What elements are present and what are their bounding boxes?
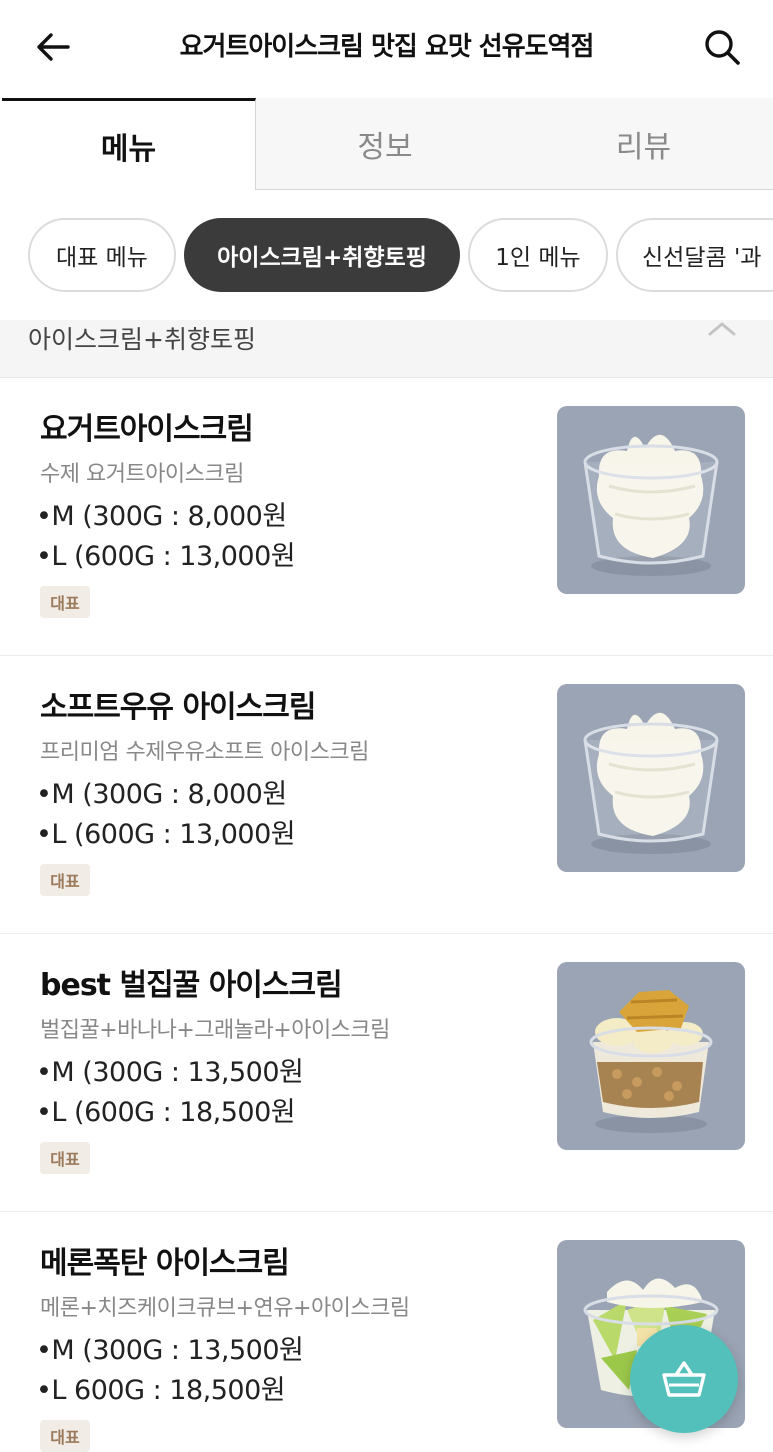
menu-item-description: 벌집꿀+바나나+그래놀라+아이스크림 [40,1018,390,1043]
section-title: 아이스크림+취향토핑 [28,325,256,354]
soft-serve-cup-image [557,684,745,872]
back-button[interactable] [30,24,76,70]
chevron-up-icon [708,322,736,336]
signature-badge: 대표 [40,1142,90,1174]
signature-badge: 대표 [40,864,90,896]
menu-item-price-l: •L (600G : 18,500원 [36,1097,296,1128]
search-icon [705,30,740,65]
menu-item[interactable]: 소프트우유 아이스크림 프리미엄 수제우유소프트 아이스크림 •M (300G … [0,656,773,934]
cart-button[interactable] [630,1325,738,1433]
menu-item-price-l: •L (600G : 13,000원 [36,541,296,572]
section-header[interactable]: 아이스크림+취향토핑 [0,320,773,378]
tab-bar: 메뉴 정보 리뷰 [0,98,773,190]
menu-item-description: 수제 요거트아이스크림 [40,462,244,487]
chip-icecream-topping[interactable]: 아이스크림+취향토핑 [184,218,460,292]
honeycomb-banana-cup-image [557,962,745,1150]
menu-item-description: 프리미엄 수제우유소프트 아이스크림 [40,740,369,765]
menu-item-price-m: •M (300G : 13,500원 [36,1057,304,1088]
basket-icon [662,1361,706,1397]
search-button[interactable] [699,24,745,70]
menu-item-price-l: •L 600G : 18,500원 [36,1375,286,1406]
category-chip-bar: 대표 메뉴 아이스크림+취향토핑 1인 메뉴 신선달콤 '과 [0,190,773,320]
menu-item-price-l: •L (600G : 13,000원 [36,819,296,850]
menu-item[interactable]: 요거트아이스크림 수제 요거트아이스크림 •M (300G : 8,000원 •… [0,378,773,656]
menu-item-name: best 벌집꿀 아이스크림 [40,968,343,1003]
menu-item-price-m: •M (300G : 8,000원 [36,501,287,532]
tab-reviews[interactable]: 리뷰 [514,98,773,190]
menu-item-description: 메론+치즈케이크큐브+연유+아이스크림 [40,1296,410,1321]
tab-menu[interactable]: 메뉴 [2,98,256,190]
menu-item-name: 요거트아이스크림 [40,412,254,447]
top-app-bar: 요거트아이스크림 맛집 요맛 선유도역점 [0,0,773,98]
store-title: 요거트아이스크림 맛집 요맛 선유도역점 [179,32,595,62]
menu-item-name: 소프트우유 아이스크림 [40,690,316,725]
signature-badge: 대표 [40,586,90,618]
menu-item-price-m: •M (300G : 8,000원 [36,779,287,810]
chip-fresh-fruit[interactable]: 신선달콤 '과 [616,218,773,292]
tab-info[interactable]: 정보 [256,98,514,190]
collapse-button[interactable] [707,320,737,346]
menu-item-price-m: •M (300G : 13,500원 [36,1335,304,1366]
soft-serve-cup-image [557,406,745,594]
arrow-left-icon [37,33,70,61]
chip-single-menu[interactable]: 1인 메뉴 [468,218,608,292]
chip-main-menu[interactable]: 대표 메뉴 [28,218,176,292]
menu-item-name: 메론폭탄 아이스크림 [40,1246,290,1281]
menu-item[interactable]: best 벌집꿀 아이스크림 벌집꿀+바나나+그래놀라+아이스크림 •M (30… [0,934,773,1212]
signature-badge: 대표 [40,1420,90,1452]
